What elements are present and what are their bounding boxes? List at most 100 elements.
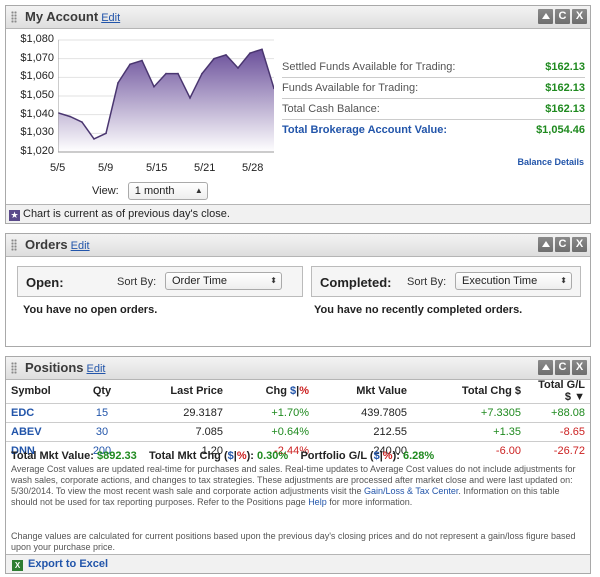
chart-point bbox=[165, 72, 167, 75]
edit-link[interactable]: Edit bbox=[71, 240, 90, 252]
close-icon[interactable]: X bbox=[572, 237, 587, 252]
balance-row: Funds Available for Trading: $162.13 bbox=[282, 78, 585, 99]
chart-point bbox=[93, 138, 95, 140]
panel-header: My Account Edit C X bbox=[6, 6, 590, 29]
chart-point bbox=[81, 121, 83, 123]
table-header-row: Symbol Qty Last Price Chg $|% Mkt Value … bbox=[6, 379, 590, 404]
balances: Settled Funds Available for Trading: $162… bbox=[282, 57, 585, 140]
symbol-link[interactable]: EDC bbox=[6, 403, 76, 423]
qty-header[interactable]: Qty bbox=[76, 379, 128, 404]
mkt-value-cell: 212.55 bbox=[314, 422, 412, 442]
edit-link[interactable]: Edit bbox=[101, 12, 120, 24]
chg-cell: +0.64% bbox=[228, 422, 314, 442]
panel-title: My Account Edit bbox=[25, 9, 121, 24]
collapse-icon[interactable] bbox=[538, 9, 553, 24]
qty-cell[interactable]: 15 bbox=[76, 403, 128, 423]
no-open-orders-message: You have no open orders. bbox=[23, 304, 158, 316]
total-gl-cell: +88.08 bbox=[526, 403, 590, 423]
completed-sort-select[interactable]: Execution Time ⬍ bbox=[455, 272, 572, 290]
balance-details-link[interactable]: Balance Details bbox=[517, 157, 584, 167]
chg-header[interactable]: Chg $|% bbox=[228, 379, 314, 404]
open-sort-select[interactable]: Order Time ⬍ bbox=[165, 272, 282, 290]
panel-header: Positions Edit C X bbox=[6, 357, 590, 380]
chart-footnote: ★ Chart is current as of previous day's c… bbox=[6, 204, 590, 223]
edit-link[interactable]: Edit bbox=[87, 363, 106, 375]
y-tick-label: $1,030 bbox=[20, 126, 54, 139]
x-tick-label: 5/15 bbox=[146, 162, 168, 174]
export-bar: X Export to Excel bbox=[6, 554, 590, 573]
chart-point bbox=[249, 52, 251, 54]
table-row: ABEV 30 7.085 +0.64% 212.55 +1.35 -8.65 bbox=[6, 422, 590, 442]
chart-point bbox=[225, 54, 227, 56]
symbol-header[interactable]: Symbol bbox=[6, 379, 76, 404]
chart-point bbox=[213, 57, 215, 60]
total-chg-header[interactable]: Total Chg $ bbox=[412, 379, 526, 404]
total-account-value-row: Total Brokerage Account Value: $1,054.46 bbox=[282, 124, 585, 136]
positions-table: Symbol Qty Last Price Chg $|% Mkt Value … bbox=[6, 379, 590, 460]
last-price-cell: 7.085 bbox=[128, 422, 228, 442]
y-tick-label: $1,020 bbox=[20, 145, 54, 157]
chg-cell: +1.70% bbox=[228, 403, 314, 423]
refresh-icon[interactable]: C bbox=[555, 237, 570, 252]
export-to-excel-link[interactable]: Export to Excel bbox=[28, 558, 108, 570]
mkt-value-header[interactable]: Mkt Value bbox=[314, 379, 412, 404]
y-tick-label: $1,070 bbox=[20, 51, 54, 64]
select-arrow-icon: ⬍ bbox=[560, 276, 567, 285]
chart-point bbox=[201, 72, 203, 75]
balance-row: Total Cash Balance: $162.13 bbox=[282, 99, 585, 120]
refresh-icon[interactable]: C bbox=[555, 9, 570, 24]
x-tick-label: 5/28 bbox=[242, 162, 264, 174]
sort-desc-icon: ▼ bbox=[574, 391, 585, 403]
change-values-disclaimer: Change values are calculated for current… bbox=[11, 531, 576, 552]
total-chg-cell: +7.3305 bbox=[412, 403, 526, 423]
x-tick-label: 5/9 bbox=[98, 162, 114, 174]
view-select[interactable]: 1 month ▲ bbox=[127, 182, 208, 200]
chart-point bbox=[129, 63, 131, 66]
orders-panel: Orders Edit C X Open: Sort By: Order Time… bbox=[5, 233, 591, 347]
select-arrow-icon: ▲ bbox=[194, 186, 203, 195]
x-tick-label: 5/5 bbox=[50, 162, 66, 174]
open-orders-header: Open: Sort By: Order Time ⬍ bbox=[17, 266, 303, 297]
chart-point bbox=[105, 132, 107, 135]
y-tick-label: $1,040 bbox=[20, 107, 54, 120]
drag-grip-icon[interactable] bbox=[11, 11, 17, 23]
help-link[interactable]: Help bbox=[308, 497, 327, 507]
last-price-cell: 29.3187 bbox=[128, 403, 228, 423]
symbol-link[interactable]: ABEV bbox=[6, 422, 76, 442]
drag-grip-icon[interactable] bbox=[11, 362, 17, 374]
panel-title: Orders Edit bbox=[25, 237, 90, 252]
view-label: View: bbox=[92, 184, 119, 197]
sort-by-label: Sort By: bbox=[117, 276, 157, 288]
close-icon[interactable]: X bbox=[572, 9, 587, 24]
completed-orders-header: Completed: Sort By: Execution Time ⬍ bbox=[311, 266, 581, 297]
completed-label: Completed: bbox=[320, 275, 392, 290]
y-tick-label: $1,050 bbox=[20, 89, 54, 101]
qty-cell[interactable]: 30 bbox=[76, 422, 128, 442]
close-icon[interactable]: X bbox=[572, 360, 587, 375]
panel-title: Positions Edit bbox=[25, 360, 106, 375]
chart-point bbox=[261, 48, 263, 51]
sort-by-label: Sort By: bbox=[407, 276, 447, 288]
open-label: Open: bbox=[26, 275, 64, 290]
positions-totals: Total Mkt Value: $892.33 Total Mkt Chg (… bbox=[11, 450, 435, 462]
chart-point bbox=[237, 67, 239, 69]
total-gl-header[interactable]: Total G/L $ ▼ bbox=[526, 379, 590, 404]
gain-loss-tax-center-link[interactable]: Gain/Loss & Tax Center bbox=[364, 486, 458, 496]
excel-icon: X bbox=[12, 560, 23, 571]
my-account-panel: My Account Edit C X $1,080 $1,070 $1,060 $1,… bbox=[5, 5, 591, 224]
average-cost-disclaimer: Average Cost values are updated real-tim… bbox=[11, 464, 576, 507]
refresh-icon[interactable]: C bbox=[555, 360, 570, 375]
last-price-header[interactable]: Last Price bbox=[128, 379, 228, 404]
collapse-icon[interactable] bbox=[538, 360, 553, 375]
chart-point bbox=[153, 85, 155, 88]
collapse-icon[interactable] bbox=[538, 237, 553, 252]
positions-panel: Positions Edit C X Symbol Qty Last Price … bbox=[5, 356, 591, 574]
select-arrow-icon: ⬍ bbox=[270, 276, 277, 285]
total-gl-cell: -26.72 bbox=[526, 441, 590, 460]
no-completed-orders-message: You have no recently completed orders. bbox=[314, 304, 523, 316]
x-tick-label: 5/21 bbox=[194, 162, 216, 174]
total-chg-cell: +1.35 bbox=[412, 422, 526, 442]
drag-grip-icon[interactable] bbox=[11, 239, 17, 251]
chart-point bbox=[177, 72, 179, 75]
panel-header: Orders Edit C X bbox=[6, 234, 590, 257]
